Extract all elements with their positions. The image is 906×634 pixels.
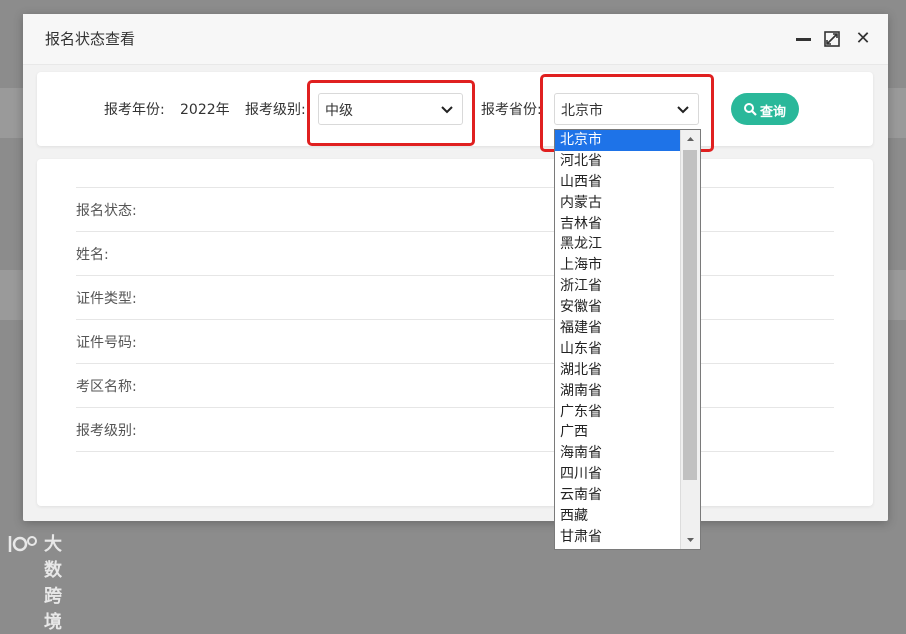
watermark-text: 大数跨境 <box>44 534 63 633</box>
year-value: 2022年 <box>180 102 230 118</box>
search-icon <box>744 103 757 116</box>
province-option[interactable]: 海南省 <box>555 443 680 464</box>
province-option[interactable]: 湖南省 <box>555 381 680 402</box>
detail-row: 姓名: <box>76 231 834 275</box>
province-option[interactable]: 河北省 <box>555 151 680 172</box>
province-option[interactable]: 内蒙古 <box>555 193 680 214</box>
detail-label: 报名状态: <box>76 203 137 219</box>
province-option[interactable]: 安徽省 <box>555 297 680 318</box>
modal-header: 报名状态查看 ✕ <box>23 14 888 65</box>
province-option[interactable]: 浙江省 <box>555 276 680 297</box>
province-option[interactable]: 云南省 <box>555 485 680 506</box>
province-option[interactable]: 山西省 <box>555 172 680 193</box>
detail-label: 报考级别: <box>76 423 137 439</box>
province-option[interactable]: 北京市 <box>555 130 680 151</box>
detail-label: 姓名: <box>76 247 109 263</box>
province-option[interactable]: 吉林省 <box>555 214 680 235</box>
province-option[interactable]: 上海市 <box>555 255 680 276</box>
query-button-label: 查询 <box>760 105 787 120</box>
province-option[interactable]: 湖北省 <box>555 360 680 381</box>
province-option[interactable]: 西藏 <box>555 506 680 527</box>
province-option[interactable]: 黑龙江 <box>555 234 680 255</box>
province-option[interactable]: 四川省 <box>555 464 680 485</box>
expand-icon <box>824 31 840 47</box>
province-option[interactable]: 甘肃省 <box>555 527 680 548</box>
query-button[interactable]: 查询 <box>731 93 799 125</box>
province-option[interactable]: 福建省 <box>555 318 680 339</box>
details-list: 报名状态: 姓名: 证件类型: 证件号码: 考区名称: 报考级别: <box>76 187 834 452</box>
level-label: 报考级别: <box>245 102 306 118</box>
status-modal: 报名状态查看 ✕ 报考年份: 2022年 报考级别: 中级 报考省份: 北京市 <box>23 14 888 521</box>
detail-label: 考区名称: <box>76 379 137 395</box>
detail-row: 报名状态: <box>76 187 834 231</box>
scroll-down-arrow-icon[interactable] <box>681 531 700 549</box>
scroll-thumb[interactable] <box>683 150 697 480</box>
province-dropdown-list[interactable]: 北京市 河北省 山西省 内蒙古 吉林省 黑龙江 上海市 浙江省 安徽省 福建省 … <box>554 129 701 550</box>
minimize-icon[interactable] <box>795 30 813 48</box>
detail-label: 证件类型: <box>76 291 137 307</box>
province-option[interactable]: 广东省 <box>555 402 680 423</box>
modal-title: 报名状态查看 <box>45 30 136 48</box>
detail-row: 考区名称: <box>76 363 834 407</box>
level-highlight <box>307 80 475 146</box>
detail-row: 报考级别: <box>76 407 834 452</box>
close-icon[interactable]: ✕ <box>854 30 872 48</box>
watermark-logo-icon <box>8 536 37 552</box>
year-label: 报考年份: <box>104 102 165 118</box>
maximize-icon[interactable] <box>823 30 841 48</box>
province-option[interactable]: 山东省 <box>555 339 680 360</box>
detail-row: 证件号码: <box>76 319 834 363</box>
filter-panel: 报考年份: 2022年 报考级别: 中级 报考省份: 北京市 查询 <box>37 72 873 152</box>
scroll-up-arrow-icon[interactable] <box>681 130 700 148</box>
dropdown-scrollbar[interactable] <box>680 130 700 549</box>
detail-label: 证件号码: <box>76 335 137 351</box>
details-panel: 报名状态: 姓名: 证件类型: 证件号码: 考区名称: 报考级别: <box>37 159 873 506</box>
detail-row: 证件类型: <box>76 275 834 319</box>
province-option[interactable]: 广西 <box>555 422 680 443</box>
province-label: 报考省份: <box>481 102 542 118</box>
